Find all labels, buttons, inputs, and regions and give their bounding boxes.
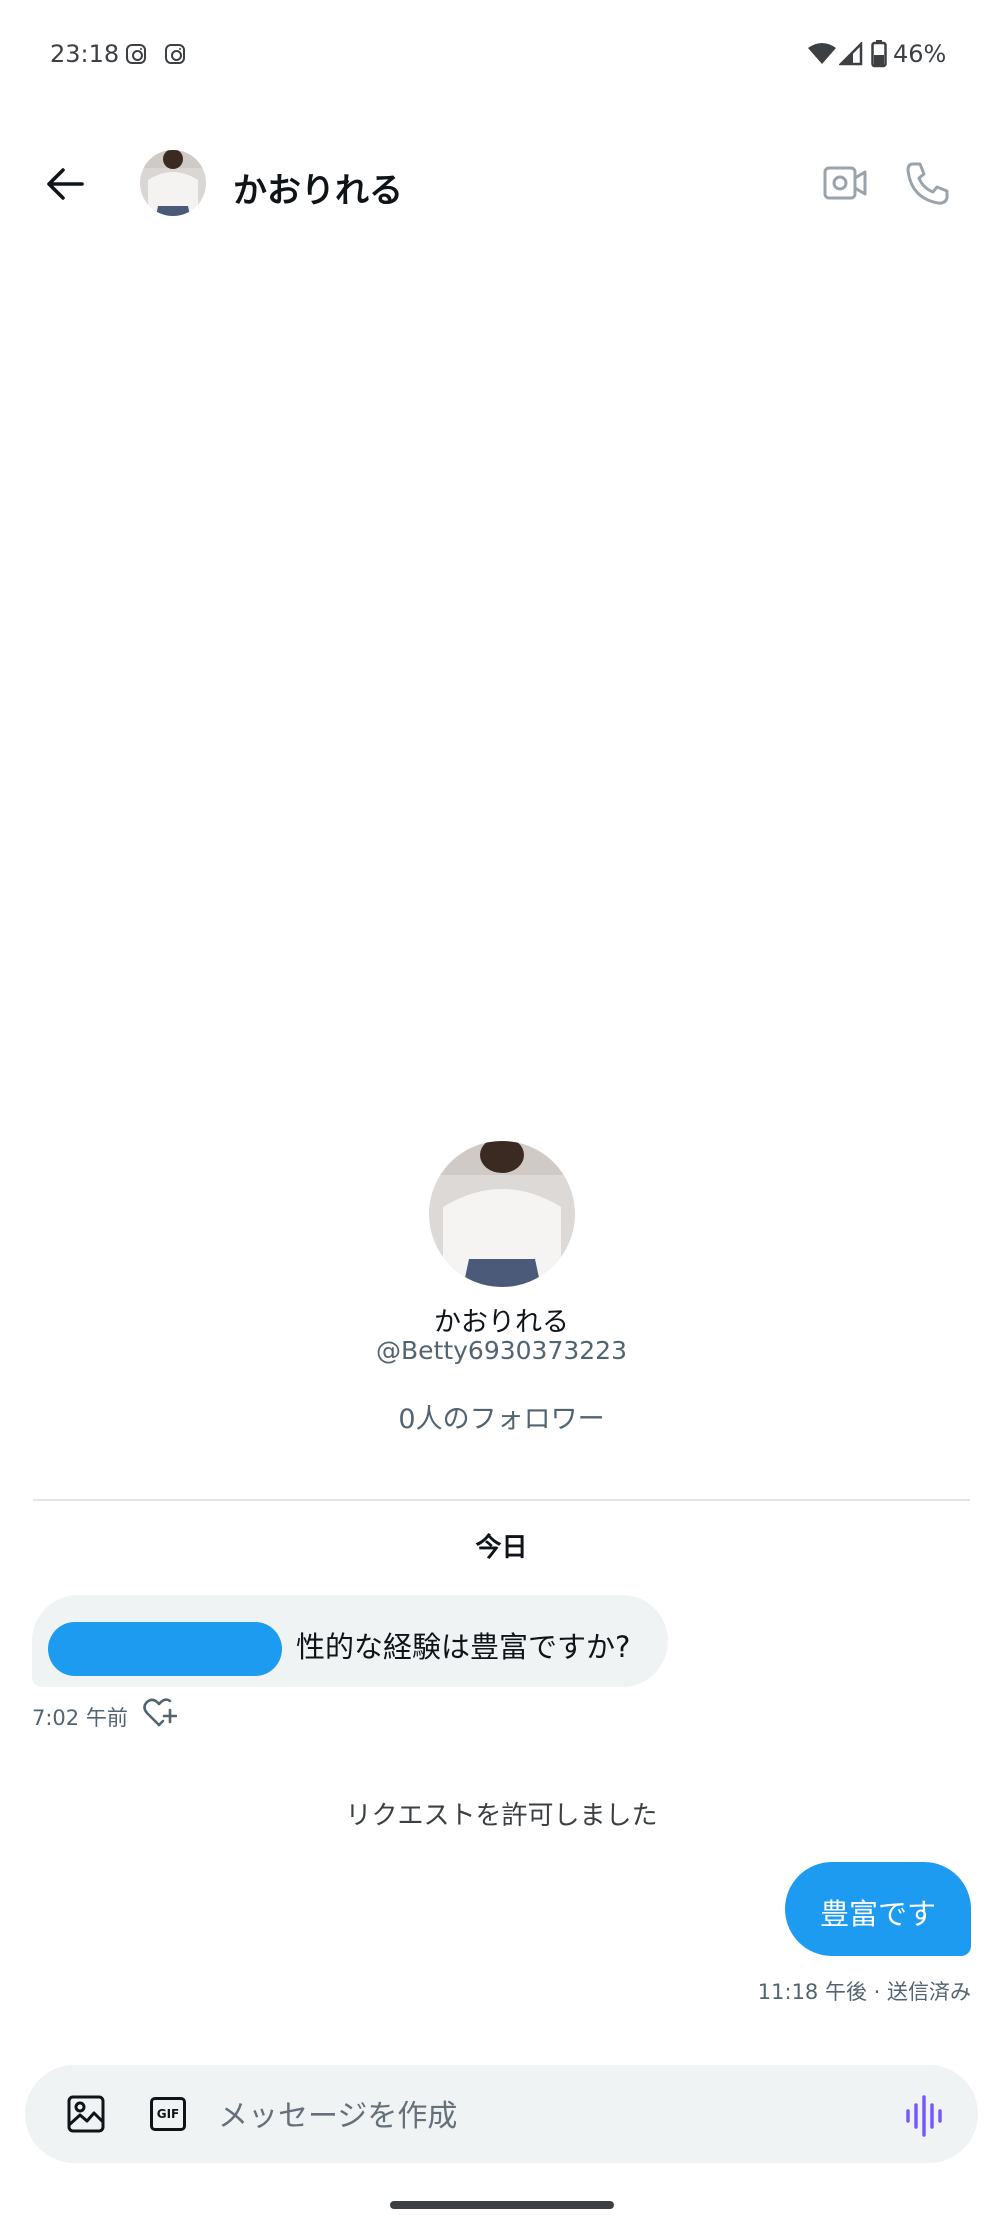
outgoing-message-text: 豊富です (819, 1897, 936, 1931)
instagram-icon (126, 44, 146, 64)
battery-icon (871, 40, 887, 68)
home-indicator[interactable] (390, 2201, 614, 2209)
voice-wave-icon[interactable] (904, 2094, 944, 2138)
battery-percent: 46% (893, 40, 947, 68)
profile-avatar[interactable] (429, 1141, 575, 1287)
image-icon[interactable] (66, 2094, 106, 2134)
message-input[interactable] (218, 2094, 858, 2138)
back-arrow-icon[interactable] (44, 163, 86, 205)
divider (33, 1499, 970, 1501)
incoming-message-text: 性的な経験は豊富ですか? (296, 1630, 631, 1664)
page-title: かおりれる (233, 171, 403, 211)
outgoing-message-meta: 11:18 午後 · 送信済み (757, 1980, 971, 2004)
status-time: 23:18 (50, 40, 120, 68)
redacted-text (48, 1622, 282, 1676)
phone-icon[interactable] (905, 160, 949, 206)
profile-handle[interactable]: @Betty6930373223 (0, 1336, 1003, 1365)
video-call-icon[interactable] (823, 163, 867, 203)
profile-name: かおりれる (434, 1307, 569, 1338)
avatar[interactable] (140, 150, 206, 216)
profile-followers: 0人のフォロワー (398, 1404, 605, 1435)
gif-icon[interactable]: GIF (150, 2097, 186, 2131)
wifi-icon (808, 43, 836, 64)
instagram-icon (165, 44, 185, 64)
date-divider: 今日 (475, 1533, 528, 1563)
signal-icon (839, 42, 863, 66)
request-accepted-notice: リクエストを許可しました (345, 1801, 658, 1831)
heart-add-icon[interactable] (143, 1698, 177, 1728)
incoming-message-time: 7:02 午前 (32, 1706, 128, 1730)
